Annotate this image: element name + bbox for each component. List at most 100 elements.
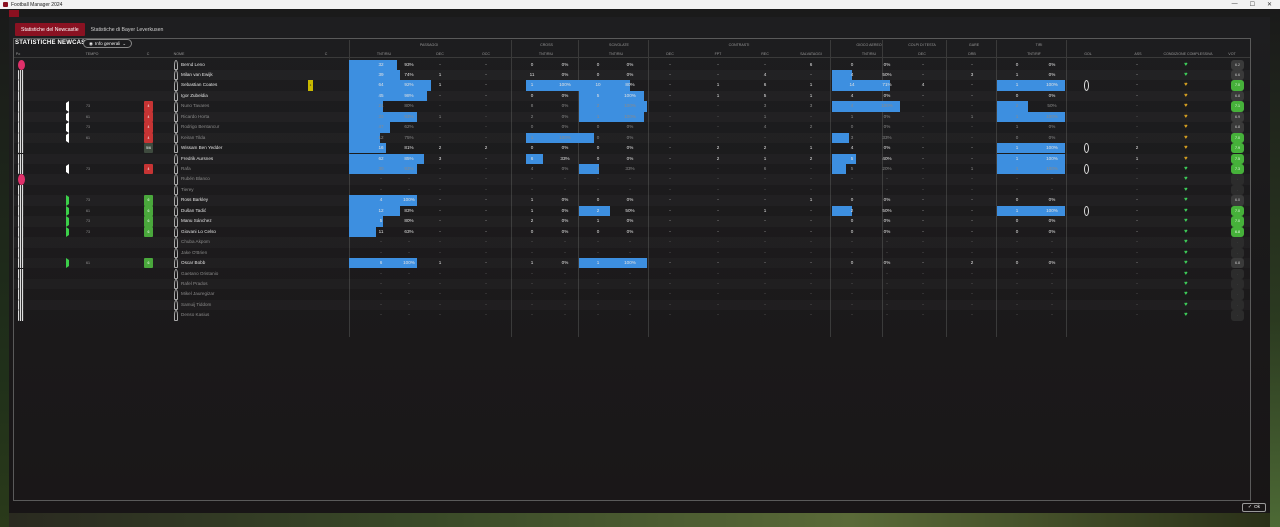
col-contr-rec[interactable]: REC [759,52,771,56]
col-gol[interactable]: GOL [1082,52,1094,56]
tab-leverkusen-stats[interactable]: Statistiche di Bayer Leverkusen [85,23,170,36]
table-row[interactable]: Chuba Akpom - - - - - - - - - - - - - - - - - - - ♥ - [14,237,1250,248]
col-pass-tnt[interactable]: TNT/RIU [374,52,394,56]
col-condizione[interactable]: CONDIZIONE COMPLESSIVA [1158,52,1218,56]
player-profile-icon[interactable] [174,132,178,144]
player-profile-icon[interactable] [174,216,178,227]
table-row[interactable]: 61 6 Oscar Bobb 6 100% 1 - 1 0% 1 100% - - - - 0 0% - 2 0 0%… [14,258,1250,269]
col-pass-dec[interactable]: DEC [434,52,446,56]
tab-newcastle-stats[interactable]: Statistiche del Newcastle [15,23,85,36]
player-profile-icon[interactable] [174,195,178,206]
player-profile-icon[interactable] [174,59,178,70]
player-name[interactable]: Rodrigo Bentancur [181,122,219,132]
close-icon[interactable]: ✕ [1267,1,1272,8]
player-profile-icon[interactable] [174,205,178,217]
col-c-right[interactable]: C [322,52,330,56]
player-profile-icon[interactable] [174,289,178,300]
player-name[interactable]: Bernd Leno [181,60,205,70]
table-row[interactable]: Denso Kasius - - - - - - - - - - - - - - - - - - - ♥ - [14,310,1250,321]
player-name[interactable]: Nuno Tavares [181,101,209,111]
table-row[interactable]: 73 4 Rodrigo Bentancur 47 62% - - 0 0% 0 0% - - 4 2 0 0%… [14,122,1250,133]
col-contr-dec[interactable]: DEC [664,52,676,56]
table-row[interactable]: Sebastian Coates 1 64 92% 1-1 100% 10 80% -1 6 1 14… [14,80,1250,91]
player-name[interactable]: Milan van Ewijk [181,70,213,80]
player-profile-icon[interactable] [174,226,178,238]
player-profile-icon[interactable] [174,69,178,81]
col-contr-fpt[interactable]: FPT [712,52,724,56]
player-name[interactable]: Oscar Bobb [181,258,205,268]
player-name[interactable]: Manu Sánchez [181,216,212,226]
player-name[interactable]: Keiran Tilda [181,133,205,143]
maximize-icon[interactable]: ☐ [1250,1,1255,8]
player-name[interactable]: Rafel Prados [181,279,208,289]
table-row[interactable]: 73 4 Rafa 30 93% - - 4 0% 3 33% - - 6 - 5 20% - 1 1 100% - 1 ♥ 7… [14,164,1250,175]
table-row[interactable]: Rafel Prados - - - - - - - - - - - - - - - - - - - ♥ - [14,278,1250,290]
col-nome[interactable]: NOME [172,52,186,56]
player-profile-icon[interactable] [174,90,178,102]
player-name[interactable]: Tierey [181,185,194,195]
player-profile-icon[interactable] [174,101,178,112]
player-profile-icon[interactable] [174,174,178,185]
player-name[interactable]: Wissam Ben Yedder [181,143,222,153]
player-name[interactable]: Jake O'Brien [181,248,207,258]
col-sciv-tnt[interactable]: TNT/RIU [606,52,626,56]
player-profile-icon[interactable] [174,310,178,321]
player-name[interactable]: Ricardo Horta [181,112,209,122]
player-profile-icon[interactable] [174,258,178,269]
player-profile-icon[interactable] [174,268,178,279]
player-profile-icon[interactable] [174,122,178,133]
player-name[interactable]: Denso Kasius [181,310,209,320]
table-row[interactable]: 73 6 Ross Barkley 4 100% - -1 0% 0 0% - - -1 0 0% - -0 0%… [14,195,1250,206]
table-row[interactable]: Bernd Leno 32 93% - - 0 0% 0 0% - - - 6 0 0% - - 0 0% - ♥ 6.2 [14,59,1250,70]
player-profile-icon[interactable] [174,278,178,290]
table-row[interactable]: Mikel Jauregizar - - - - - - - - - - - - - - - - - - - ♥ - [14,289,1250,300]
table-row[interactable]: Milan van Ewijk 39 74% 1 - 11 0% 0 0% - - 4 - 4 50% - 3 1… [14,69,1250,81]
col-pass-occ[interactable]: OCC [480,52,492,56]
player-name[interactable]: Gaetano Oristanio [181,269,218,279]
player-profile-icon[interactable] [174,111,178,123]
player-name[interactable]: Mikel Jauregizar [181,289,214,299]
ok-button[interactable]: ✓ Ok [1242,503,1266,512]
table-row[interactable]: 73 6 Manu Sánchez 5 80% - - 2 0% 1 0% - - - - 0 0% - - 0 0% -… [14,216,1250,227]
player-profile-icon[interactable] [174,237,178,248]
table-row[interactable]: Igor Zubeldia 45 98% - - 0 0% 5 100% - 1 5 1 4 0% - - 0 0%… [14,90,1250,102]
player-name[interactable]: Rafa [181,164,191,174]
col-cross-tnt[interactable]: TNT/RIU [536,52,556,56]
col-aereo-tnt[interactable]: TNT/RIU [859,52,879,56]
table-row[interactable]: 61 4 Keiran Tilda 12 75% - - 1 100% 0 0% - - - - 3 33% - -… [14,132,1250,144]
player-name[interactable]: Samuij Tiddom [181,300,211,310]
table-row[interactable]: 61 4 Ricardo Horta 33 93% 1 - 2 0% 1 100% - - 1 - 1 0% - 1… [14,111,1250,123]
player-profile-icon[interactable] [174,299,178,311]
player-name[interactable]: Dušan Tadić [181,206,206,216]
table-row[interactable]: Gaetano Oristanio - - - - - - - - - - - - - - - - - - - ♥ - [14,268,1250,279]
col-pos[interactable]: Po [14,52,22,56]
player-profile-icon[interactable] [174,153,178,164]
player-name[interactable]: Igor Zubeldia [181,91,208,101]
player-profile-icon[interactable] [174,80,178,91]
table-row[interactable]: Rubén Blanco - - - - - - - - - - - - - - - - - - - ♥ - [14,174,1250,185]
table-row[interactable]: 61 6 Dušan Tadić 12 83% - - 1 0% 2 50% - - 1 - 2 50% - - 1 1… [14,205,1250,217]
col-tempo[interactable]: TEMPO [84,52,100,56]
player-profile-icon[interactable] [174,247,178,258]
col-drb[interactable]: DRB [966,52,978,56]
col-salvataggi[interactable]: SALVATAGGI [796,52,826,56]
player-name[interactable]: Fredrik Aursnes [181,154,213,164]
player-name[interactable]: Giovani Lo Celso [181,227,216,237]
col-voto[interactable]: VOT [1226,52,1238,56]
table-row[interactable]: Fredrik Aursnes 62 85% 3 - 6 33% 0 0% - 2 1 2 5 40% - - 1… [14,153,1250,164]
player-name[interactable]: Sebastian Coates [181,80,217,90]
player-profile-icon[interactable] [174,164,178,175]
table-row[interactable]: Jake O'Brien - - - - - - - - - - - - - - - - - - - ♥ - [14,247,1250,258]
player-name[interactable]: Rubén Blanco [181,174,210,184]
col-ass[interactable]: ASS [1132,52,1144,56]
player-profile-icon[interactable] [174,143,178,154]
view-dropdown[interactable]: ◉ Info generali ⌄ [83,39,133,48]
minimize-icon[interactable]: — [1232,1,1238,8]
table-row[interactable]: 73 4 Nuno Tavares 21 80% - -8 0% 2 100% - -3 3 4 100% -… [14,101,1250,112]
player-name[interactable]: Ross Barkley [181,195,208,205]
player-profile-icon[interactable] [174,184,178,196]
table-row[interactable]: 5/6 Wissam Ben Yedder 16 81% 2 2 0 0% 0 0% - 2 2 1 4 0%… [14,143,1250,154]
table-row[interactable]: 73 6 Giovani Lo Celso 11 63% - - 0 0% 0 0% - - - - 0 0% -… [14,226,1250,238]
table-row[interactable]: Samuij Tiddom - - - - - - - - - - - - - - - - - - - ♥ - [14,299,1250,311]
col-c-left[interactable]: C [144,52,152,56]
